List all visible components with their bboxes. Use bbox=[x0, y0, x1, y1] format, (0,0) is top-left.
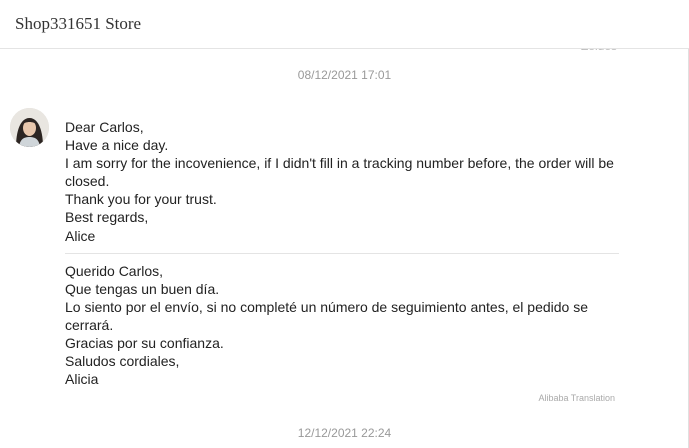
message-line: Dear Carlos, bbox=[65, 119, 144, 135]
message-timestamp: 08/12/2021 17:01 bbox=[297, 68, 392, 82]
message-line: Thank you for your trust. bbox=[65, 191, 217, 208]
translated-line: Que tengas un buen día. bbox=[65, 280, 220, 297]
translated-line: Alicia bbox=[65, 371, 99, 388]
message-line: Best regards, bbox=[65, 209, 149, 226]
message-line: I am sorry for the incovenience, if I di… bbox=[65, 155, 614, 190]
original-message: Dear Carlos, Have a nice day. I am sorry… bbox=[65, 118, 619, 245]
translated-line: Lo siento por el envío, si no completé u… bbox=[65, 298, 588, 333]
translated-line: Saludos cordiales, bbox=[65, 353, 180, 370]
message-bubble: Dear Carlos, Have a nice day. I am sorry… bbox=[65, 118, 619, 388]
message-line: Have a nice day. bbox=[65, 137, 169, 154]
translation-credit: Alibaba Translation bbox=[538, 393, 615, 403]
translation-divider bbox=[65, 252, 619, 254]
message-line: Alice bbox=[65, 227, 96, 244]
translated-line: Gracias por su confianza. bbox=[65, 335, 224, 352]
store-name[interactable]: Shop331651 Store bbox=[15, 14, 141, 34]
message-timestamp: 12/12/2021 22:24 bbox=[297, 426, 392, 440]
seller-avatar[interactable] bbox=[10, 108, 49, 147]
translated-message: Querido Carlos, Que tengas un buen día. … bbox=[65, 262, 619, 389]
translated-line: Querido Carlos, bbox=[65, 262, 164, 279]
chat-header: Shop331651 Store bbox=[0, 0, 689, 49]
avatar-photo bbox=[10, 108, 49, 147]
